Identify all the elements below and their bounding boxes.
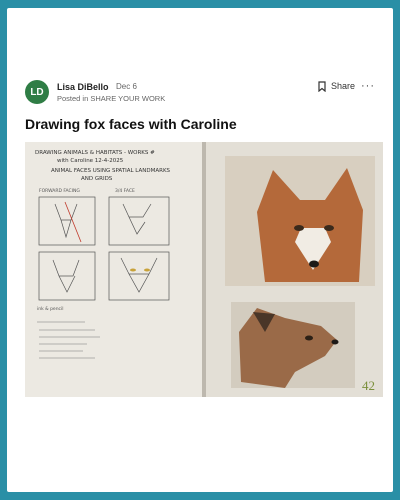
fox-nose-bottom [331,339,339,345]
post-actions: Share ··· [318,80,375,92]
col-label-right: 3/4 FACE [115,188,135,194]
left-page [25,142,203,397]
post-card: LD Lisa DiBello Dec 6 Posted in SHARE YO… [7,8,393,492]
avatar[interactable]: LD [25,80,49,104]
sketch-eye-left [130,268,136,272]
bookmark-icon [318,80,326,92]
fox-eye-left-top [294,225,304,231]
post-date: Dec 6 [116,82,137,91]
post-header: LD Lisa DiBello Dec 6 Posted in SHARE YO… [25,80,375,112]
author-name[interactable]: Lisa DiBello [57,82,109,92]
col-label-left: FORWARD FACING [39,188,80,194]
sketch-subtitle-1: ANIMAL FACES USING SPATIAL LANDMARKS [51,168,171,174]
sketch-header-1: DRAWING ANIMALS & HABITATS - WORKS # [35,150,155,156]
sketch-subtitle-2: AND GRIDS [81,176,113,182]
share-label: Share [330,81,355,91]
post-image[interactable]: DRAWING ANIMALS & HABITATS - WORKS # wit… [25,142,383,397]
fox-eye-right-top [324,225,334,231]
fox-eye-bottom [305,335,313,341]
posted-in-label[interactable]: Posted in SHARE YOUR WORK [57,94,165,103]
fox-nose-top [309,260,319,268]
sketch-header-2: with Caroline 12-4-2025 [57,158,124,164]
post-title: Drawing fox faces with Caroline [25,116,237,132]
page-number: 42 [362,378,375,393]
book-spine [202,142,206,397]
share-button[interactable]: Share [318,80,355,92]
more-options-icon[interactable]: ··· [361,80,375,92]
sketch-note: ink & pencil [37,306,64,312]
sketch-eye-right [144,268,150,272]
